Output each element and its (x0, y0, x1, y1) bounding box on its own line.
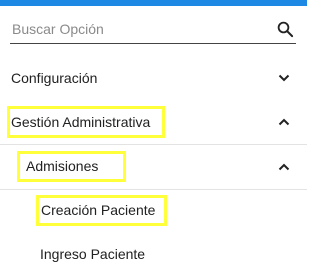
menu-item-ingreso-paciente[interactable]: Ingreso Paciente (0, 234, 307, 274)
menu-item-gestion-administrativa[interactable]: Gestión Administrativa (0, 100, 307, 144)
menu-item-creacion-paciente[interactable]: Creación Paciente (0, 190, 307, 234)
search-field[interactable] (10, 17, 296, 44)
search-input[interactable] (12, 19, 262, 39)
menu-item-label: Creación Paciente (41, 202, 156, 218)
chevron-up-icon[interactable] (277, 115, 291, 129)
menu-item-label: Admisiones (26, 158, 99, 174)
menu-item-label: Gestión Administrativa (11, 114, 151, 130)
chevron-up-icon[interactable] (277, 160, 291, 174)
menu-item-configuracion[interactable]: Configuración (0, 56, 307, 100)
navigation-panel: Configuración Gestión Administrativa Adm… (0, 0, 307, 274)
search-icon[interactable] (276, 20, 294, 38)
menu-item-label: Configuración (11, 70, 98, 86)
menu-item-admisiones[interactable]: Admisiones (0, 145, 307, 189)
menu-item-label: Ingreso Paciente (40, 246, 146, 262)
chevron-down-icon[interactable] (277, 71, 291, 85)
top-accent-bar (0, 0, 307, 6)
